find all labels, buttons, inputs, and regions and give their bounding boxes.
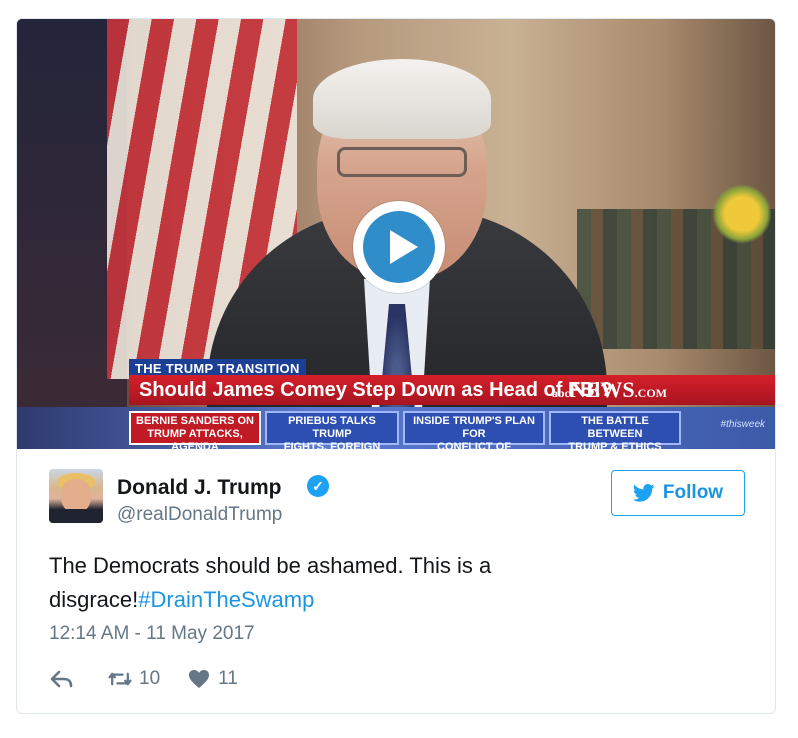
chyron-headline: Should James Comey Step Down as Head of … <box>129 375 775 405</box>
ticker-item: PRIEBUS TALKS TRUMPFIGHTS, FOREIGN POLIC… <box>265 411 399 449</box>
verified-badge-icon: ✓ <box>307 475 329 497</box>
follow-label: Follow <box>662 482 724 503</box>
play-button[interactable] <box>353 201 445 293</box>
retweet-count: 10 <box>139 668 161 689</box>
chyron-headline-text: Should James Comey Step Down as Head of … <box>139 379 613 401</box>
retweet-button[interactable]: 10 <box>107 668 160 690</box>
news-ticker: BERNIE SANDERS ON TRUMP ATTACKS, AGENDA P… <box>17 407 775 449</box>
heart-icon <box>189 670 210 688</box>
like-count: 11 <box>218 668 238 689</box>
avatar[interactable] <box>49 469 103 523</box>
reply-icon <box>50 670 73 688</box>
video-thumbnail[interactable]: THE TRUMP TRANSITION Should James Comey … <box>17 19 775 449</box>
twitter-bird-icon <box>632 484 655 502</box>
flowers-background <box>712 184 772 244</box>
network-logo: abcNEWS.COM <box>551 377 667 402</box>
hashtag-link[interactable]: #DrainTheSwamp <box>138 587 314 612</box>
author-name[interactable]: Donald J. Trump <box>117 476 282 500</box>
ticker-item: THE BATTLE BETWEENTRUMP & ETHICS OFFICE <box>549 411 681 449</box>
tweet-timestamp[interactable]: 12:14 AM - 11 May 2017 <box>49 623 255 645</box>
ticker-brand: #thisweek <box>720 419 765 430</box>
author-handle[interactable]: @realDonaldTrump <box>117 504 282 526</box>
tweet-actions: 10 11 <box>49 665 264 693</box>
ticker-item: INSIDE TRUMP'S PLAN FORCONFLICT OF INTER… <box>403 411 545 449</box>
play-icon <box>363 211 435 283</box>
retweet-icon <box>108 672 132 686</box>
tweet-text: The Democrats should be ashamed. This is… <box>49 549 739 617</box>
tweet-embed-card: THE TRUMP TRANSITION Should James Comey … <box>16 18 776 714</box>
reply-button[interactable] <box>49 668 81 690</box>
follow-button[interactable]: Follow <box>611 470 745 516</box>
like-button[interactable]: 11 <box>186 668 238 690</box>
ticker-item: BERNIE SANDERS ON TRUMP ATTACKS, AGENDA <box>129 411 261 449</box>
